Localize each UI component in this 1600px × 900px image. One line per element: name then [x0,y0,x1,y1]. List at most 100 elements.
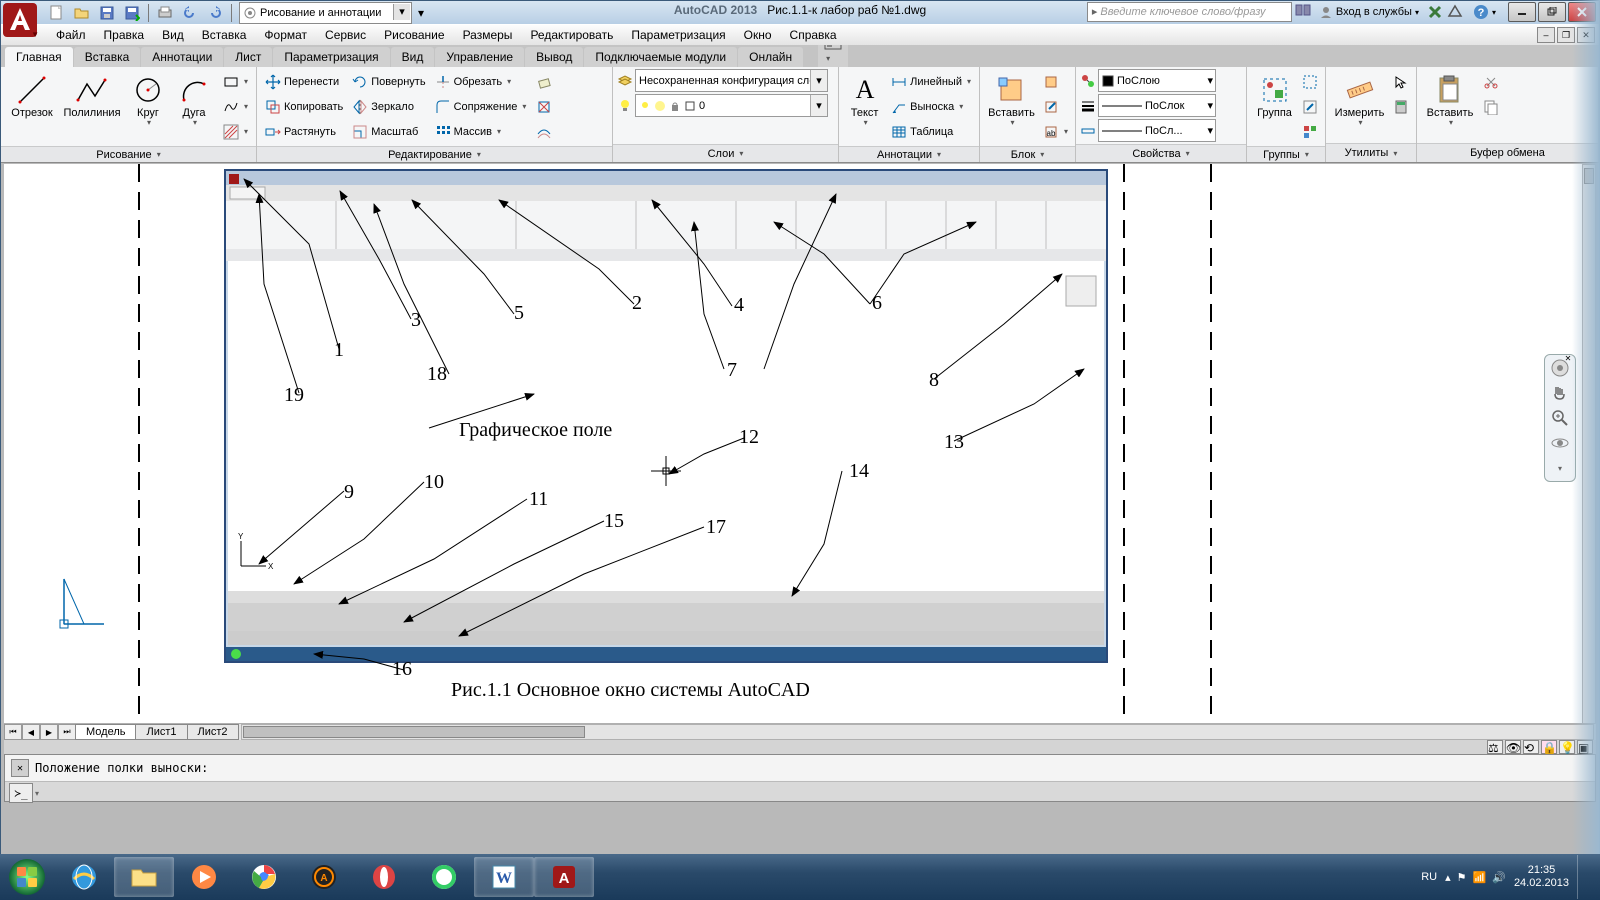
start-button[interactable] [0,854,54,900]
panel-layers-title[interactable]: Слои▾ [613,144,838,162]
taskbar-autocad-icon[interactable]: A [534,857,594,897]
btn-copy[interactable]: Копировать [261,94,347,119]
btn-block-create-icon[interactable] [1040,69,1071,94]
btn-arc[interactable]: Дуга▾ [172,69,216,132]
mdi-close-icon[interactable]: ✕ [1577,27,1595,43]
panel-groups-title[interactable]: Группы▾ [1247,146,1325,162]
layer-lightbulb-icon[interactable] [617,98,633,114]
menu-draw[interactable]: Рисование [375,26,453,44]
btn-rotate[interactable]: Повернуть [348,69,429,94]
close-button[interactable] [1568,2,1596,22]
menu-view[interactable]: Вид [153,26,193,44]
tray-up-icon[interactable]: ▴ [1445,871,1451,884]
panel-annot-title[interactable]: Аннотации▾ [839,146,979,162]
panel-edit-title[interactable]: Редактирование▾ [257,146,612,162]
mdi-minimize-icon[interactable]: – [1537,27,1555,43]
autodesk-360-icon[interactable] [1446,3,1464,21]
panel-block-title[interactable]: Блок▾ [980,146,1075,162]
menu-format[interactable]: Формат [255,26,316,44]
menu-window[interactable]: Окно [735,26,781,44]
tray-network-icon[interactable]: 📶 [1473,871,1487,884]
btn-rectangle[interactable]: ▾ [219,69,252,94]
taskbar-aimp-icon[interactable]: A [294,857,354,897]
search-input[interactable]: ▸Введите ключевое слово/фразу [1087,2,1292,22]
btn-dimlinear[interactable]: Линейный▾ [887,69,975,94]
btn-block-attr-icon[interactable]: ab▾ [1040,119,1071,144]
nav-pan-icon[interactable] [1550,383,1570,403]
btn-hatch[interactable]: ▾ [219,119,252,144]
match-props-icon[interactable] [1080,73,1096,89]
sheet-next-icon[interactable]: ▶ [40,724,58,740]
help-icon[interactable]: ? [1472,3,1490,21]
taskbar-chrome-icon[interactable] [234,857,294,897]
btn-polyline[interactable]: Полилиния [60,69,124,123]
btn-measure[interactable]: Измерить▾ [1330,69,1389,132]
tab-sheet[interactable]: Лист [224,47,272,67]
sheet-prev-icon[interactable]: ◀ [22,724,40,740]
minimize-button[interactable] [1508,2,1536,22]
qat-plot-icon[interactable] [153,2,177,24]
btn-move[interactable]: Перенести [261,69,347,94]
qat-customize-icon[interactable]: ▾ [413,2,429,24]
annobulb-icon[interactable]: 💡 [1559,740,1575,754]
btn-line[interactable]: Отрезок [5,69,59,123]
vertical-scrollbar[interactable] [1582,164,1596,724]
qat-undo-icon[interactable] [178,2,202,24]
btn-ungroup-icon[interactable] [1299,69,1321,94]
annolock-icon[interactable]: 🔒 [1541,740,1557,754]
panel-utils-title[interactable]: Утилиты▾ [1326,143,1416,162]
nav-close-icon[interactable]: ✕ [1563,353,1573,363]
btn-mirror[interactable]: Зеркало [348,94,429,119]
btn-circle[interactable]: Круг▾ [125,69,171,132]
tab-online[interactable]: Онлайн [738,47,803,67]
btn-array[interactable]: Массив▾ [431,119,531,144]
btn-explode-icon[interactable] [533,94,555,119]
horizontal-scrollbar[interactable] [241,724,1594,740]
qat-redo-icon[interactable] [203,2,227,24]
sheet-tab-1[interactable]: Лист1 [135,724,187,740]
linetype-combo[interactable]: ПоСл...▾ [1098,119,1216,142]
btn-group-edit-icon[interactable] [1299,94,1321,119]
taskbar-opera-icon[interactable] [354,857,414,897]
taskbar-ie-icon[interactable] [54,857,114,897]
btn-erase-icon[interactable] [533,69,555,94]
btn-leader[interactable]: Выноска▾ [887,94,975,119]
tab-param[interactable]: Параметризация [273,47,389,67]
menu-dims[interactable]: Размеры [454,26,522,44]
btn-group-manager-icon[interactable] [1299,119,1321,144]
layer-props-icon[interactable] [617,73,633,89]
menu-insert[interactable]: Вставка [193,26,256,44]
panel-props-title[interactable]: Свойства▾ [1076,144,1246,162]
color-combo[interactable]: ПоСлою▾ [1098,69,1216,92]
command-input[interactable] [39,783,1591,803]
lineweight-icon[interactable] [1080,98,1096,114]
exchange-icon[interactable] [1426,3,1444,21]
panel-draw-title[interactable]: Рисование▾ [1,146,256,162]
btn-text[interactable]: AТекст▾ [843,69,886,132]
menu-help[interactable]: Справка [781,26,846,44]
btn-copy-clip-icon[interactable] [1480,94,1502,119]
btn-table[interactable]: Таблица [887,119,975,144]
layer-combo[interactable]: 0▾ [635,94,828,117]
taskbar-wmp-icon[interactable] [174,857,234,897]
tab-view[interactable]: Вид [391,47,435,67]
menu-file[interactable]: Файл [47,26,95,44]
nav-zoom-icon[interactable] [1550,408,1570,428]
btn-block-edit-icon[interactable] [1040,94,1071,119]
tab-annotate[interactable]: Аннотации [141,47,223,67]
app-menu-button[interactable]: ▼ [3,3,37,49]
taskbar-qip-icon[interactable] [414,857,474,897]
menu-modify[interactable]: Редактировать [521,26,622,44]
login-button[interactable]: Вход в службы▾ [1314,3,1424,21]
menu-edit[interactable]: Правка [95,26,154,44]
btn-quickcalc-icon[interactable] [1390,94,1412,119]
tab-output[interactable]: Вывод [525,47,583,67]
annomax-icon[interactable]: ▣ [1577,740,1593,754]
tab-home[interactable]: Главная [5,47,73,67]
menu-param[interactable]: Параметризация [622,26,734,44]
btn-paste[interactable]: Вставить▾ [1421,69,1479,132]
linetype-icon[interactable] [1080,123,1096,139]
menu-service[interactable]: Сервис [316,26,375,44]
nav-orbit-icon[interactable] [1550,433,1570,453]
btn-group[interactable]: Группа [1251,69,1298,123]
